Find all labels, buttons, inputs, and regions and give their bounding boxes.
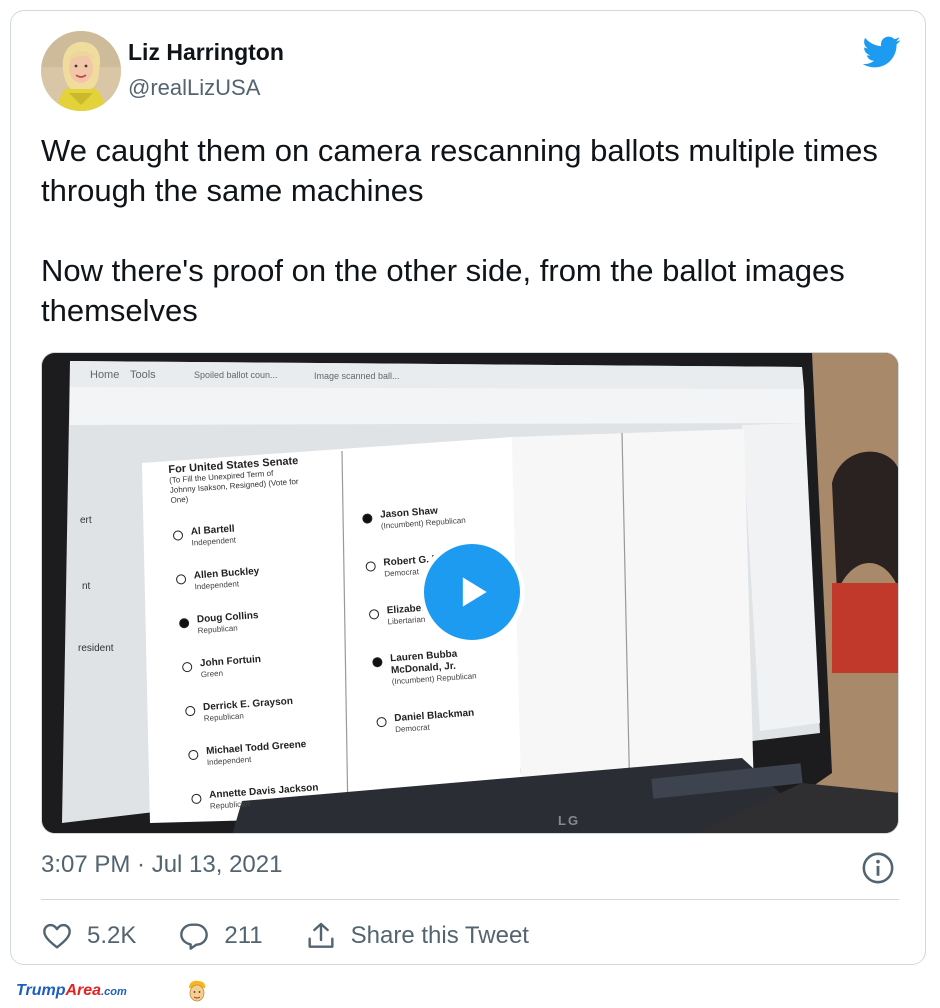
share-button[interactable]: Share this Tweet [305,920,529,952]
empty-bubble-icon [172,530,184,541]
candidate-party: Independent [191,535,237,548]
empty-bubble-icon [365,561,377,572]
candidate-info: Jason Shaw (Incumbent) Republican [380,504,466,532]
avatar[interactable] [41,31,121,111]
reply-button[interactable]: 211 [178,920,263,952]
browser-tab: Spoiled ballot coun... [194,370,278,380]
video-thumbnail[interactable]: Home Tools Spoiled ballot coun... Image … [41,352,899,834]
candidate-info: Derrick E. Grayson Republican [203,696,294,724]
tweet-card: Liz Harrington @realLizUSA We caught the… [10,10,926,965]
action-bar: 5.2K 211 Share this Tweet [41,919,571,953]
candidate-list: Al Bartell Independent Allen Buckley Indepe… [172,517,342,813]
author-name[interactable]: Liz Harrington [128,39,284,66]
like-button[interactable]: 5.2K [41,920,136,952]
share-label: Share this Tweet [350,922,529,949]
candidate-info: Michael Todd Greene Independent [206,739,308,768]
watermark-logo-icon [186,979,208,1003]
like-count: 5.2K [87,922,137,949]
ballot-candidate: Doug Collins Republican [178,605,330,637]
watermark: TrumpArea.com [16,982,127,1000]
share-icon [308,922,334,948]
reply-icon [180,923,209,950]
candidate-info: Doug Collins Republican [197,610,260,636]
empty-bubble-icon [184,705,196,717]
ballot-candidate: Lauren Bubba McDonald, Jr. (Incumbent) Re… [372,646,504,689]
play-button[interactable] [419,539,525,645]
empty-bubble-icon [376,716,387,728]
ballot-candidate: Jason Shaw (Incumbent) Republican [362,502,493,533]
tweet-text: We caught them on camera rescanning ball… [41,131,891,331]
empty-bubble-icon [181,661,193,673]
browser-tab-tools: Tools [130,369,156,381]
divider [41,899,899,900]
tweet-paragraph: Now there's proof on the other side, fro… [41,253,845,328]
filled-bubble-icon [372,656,383,668]
candidate-info: Lauren Bubba McDonald, Jr. (Incumbent) Re… [390,646,504,688]
ballot-left: For United States Senate (To Fill the Un… [168,454,342,814]
play-icon [462,577,487,607]
empty-bubble-icon [368,608,380,620]
candidate-info: Al Bartell Independent [190,523,236,548]
heart-icon [43,923,71,949]
ballot-candidate: Michael Todd Greene Independent [188,737,339,769]
browser-tab-home: Home [90,369,120,381]
laptop-brand: LG [558,813,581,828]
author-handle[interactable]: @realLizUSA [128,75,260,101]
margin-label: resident [78,643,114,654]
candidate-info: Allen Buckley Independent [193,566,260,593]
ballot-candidate: Derrick E. Grayson Republican [184,693,336,725]
empty-bubble-icon [175,574,187,585]
margin-label: nt [82,581,91,592]
empty-bubble-icon [188,749,199,761]
margin-label: ert [80,515,92,526]
ballot-candidate: Al Bartell Independent [172,517,323,549]
watermark-part: .com [101,986,127,998]
browser-tab: Image scanned ball... [314,371,400,381]
ballot-candidate: John Fortuin Green [181,649,333,681]
empty-bubble-icon [191,793,202,805]
tweet-timestamp[interactable]: 3:07 PM · Jul 13, 2021 [41,851,282,879]
filled-bubble-icon [178,617,190,629]
filled-bubble-icon [362,513,373,524]
tweet-paragraph: We caught them on camera rescanning ball… [41,133,878,208]
info-icon[interactable] [861,851,895,885]
ballot-candidate: Allen Buckley Independent [175,561,327,593]
candidate-info: John Fortuin Green [200,654,262,680]
reply-count: 211 [224,922,263,949]
twitter-bird-icon[interactable] [862,33,901,71]
watermark-part: Trump [16,982,66,999]
watermark-part: Area [65,982,102,999]
